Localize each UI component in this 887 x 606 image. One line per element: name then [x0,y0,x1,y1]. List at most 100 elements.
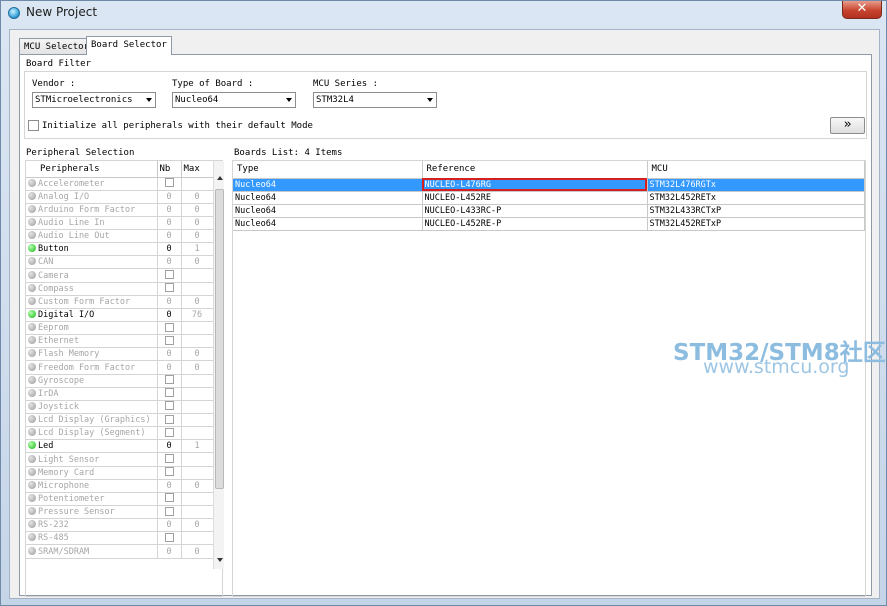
peripheral-nb-cell[interactable]: 0 [157,518,182,533]
peripheral-row[interactable]: Button 0 1 [26,242,213,257]
peripheral-nb-cell[interactable]: 0 [157,360,182,375]
peripheral-checkbox[interactable] [164,506,174,516]
peripheral-name-cell[interactable]: Memory Card [26,466,158,480]
peripheral-row[interactable]: Pressure Sensor [26,505,213,520]
peripheral-checkbox[interactable] [164,178,174,188]
peripheral-row[interactable]: Lcd Display (Graphics) [26,413,213,428]
peripheral-checkbox[interactable] [164,493,174,503]
peripheral-checkbox[interactable] [164,532,174,542]
peripheral-row[interactable]: Ethernet [26,334,213,349]
peripheral-name-cell[interactable]: Freedom Form Factor [26,360,158,375]
vendor-dropdown[interactable]: STMicroelectronics [32,92,156,108]
peripheral-row[interactable]: Custom Form Factor 0 0 [26,295,213,309]
peripheral-name-cell[interactable]: Microphone [26,479,158,493]
peripheral-nb-cell[interactable]: 0 [157,439,182,454]
peripheral-name-cell[interactable]: Lcd Display (Segment) [26,426,158,441]
peripheral-name-cell[interactable]: Custom Form Factor [26,295,158,309]
peripheral-name-cell[interactable]: Audio Line Out [26,229,158,244]
peripheral-name-cell[interactable]: Button [26,242,158,257]
scroll-up-arrow-icon[interactable] [217,176,223,180]
peripheral-row[interactable]: Arduino Form Factor 0 0 [26,203,213,217]
peripheral-nb-cell[interactable] [157,531,182,546]
peripheral-row[interactable]: RS-232 0 0 [26,518,213,533]
peripheral-checkbox[interactable] [164,270,174,280]
peripheral-row[interactable]: Audio Line In 0 0 [26,216,213,231]
peripheral-row[interactable]: Digital I/O 0 76 [26,308,213,323]
peripheral-row[interactable]: SRAM/SDRAM 0 0 [26,544,213,559]
peripheral-name-cell[interactable]: Flash Memory [26,347,158,362]
init-peripherals-checkbox[interactable] [28,120,39,131]
peripheral-row[interactable]: CAN 0 0 [26,255,213,270]
peripheral-name-cell[interactable]: SRAM/SDRAM [26,544,158,559]
peripheral-nb-cell[interactable] [157,282,182,296]
column-header-type[interactable]: Type [233,161,423,179]
peripheral-row[interactable]: Accelerometer [26,177,213,191]
board-mcu-cell[interactable]: STM32L452RETxP [647,217,865,231]
peripheral-checkbox[interactable] [164,322,174,332]
peripheral-row[interactable]: Eeprom [26,321,213,336]
peripheral-nb-cell[interactable]: 0 [157,190,182,204]
peripheral-name-cell[interactable]: Digital I/O [26,308,158,323]
board-reference-cell[interactable]: NUCLEO-L452RE-P [422,217,648,231]
peripheral-name-cell[interactable]: IrDA [26,387,158,401]
board-reference-cell[interactable]: NUCLEO-L433RC-P [422,204,648,218]
peripheral-row[interactable]: RS-485 [26,531,213,546]
peripheral-checkbox[interactable] [164,401,174,411]
board-row[interactable]: Nucleo64 NUCLEO-L452RE-P STM32L452RETxP [233,217,865,231]
peripheral-row[interactable]: Camera [26,268,213,283]
tab-mcu-selector[interactable]: MCU Selector [19,38,95,55]
peripheral-nb-cell[interactable]: 0 [157,255,182,270]
board-row[interactable]: Nucleo64 NUCLEO-L452RE STM32L452RETx [233,191,865,205]
peripheral-row[interactable]: Microphone 0 0 [26,479,213,493]
board-row[interactable]: Nucleo64 NUCLEO-L476RG STM32L476RGTx [233,178,865,192]
board-row[interactable]: Nucleo64 NUCLEO-L433RC-P STM32L433RCTxP [233,204,865,218]
peripheral-nb-cell[interactable] [157,400,182,415]
peripheral-row[interactable]: Compass [26,282,213,296]
peripheral-nb-cell[interactable] [157,387,182,401]
peripheral-name-cell[interactable]: RS-232 [26,518,158,533]
peripheral-nb-cell[interactable]: 0 [157,203,182,217]
peripheral-nb-cell[interactable] [157,426,182,441]
column-header-peripherals[interactable]: Peripherals [26,161,158,178]
title-bar[interactable]: New Project ✕ [1,1,886,27]
peripheral-scrollbar[interactable] [213,161,224,569]
peripheral-row[interactable]: Joystick [26,400,213,415]
peripheral-nb-cell[interactable] [157,466,182,480]
peripheral-nb-cell[interactable]: 0 [157,347,182,362]
peripheral-nb-cell[interactable]: 0 [157,242,182,257]
column-header-nb[interactable]: Nb [157,161,182,178]
peripheral-name-cell[interactable]: RS-485 [26,531,158,546]
peripheral-nb-cell[interactable] [157,334,182,349]
peripheral-nb-cell[interactable] [157,374,182,388]
board-type-cell[interactable]: Nucleo64 [233,217,423,231]
peripheral-nb-cell[interactable]: 0 [157,308,182,323]
peripheral-nb-cell[interactable]: 0 [157,479,182,493]
expand-button[interactable]: » [830,117,865,134]
peripheral-nb-cell[interactable] [157,505,182,520]
peripheral-row[interactable]: Gyroscope [26,374,213,388]
peripheral-checkbox[interactable] [164,414,174,424]
peripheral-name-cell[interactable]: CAN [26,255,158,270]
peripheral-checkbox[interactable] [164,335,174,345]
board-type-cell[interactable]: Nucleo64 [233,204,423,218]
peripheral-row[interactable]: Potentiometer [26,492,213,507]
peripheral-name-cell[interactable]: Led [26,439,158,454]
peripheral-row[interactable]: Light Sensor [26,452,213,467]
board-type-cell[interactable]: Nucleo64 [233,191,423,205]
peripheral-nb-cell[interactable] [157,321,182,336]
peripheral-row[interactable]: Memory Card [26,466,213,480]
peripheral-checkbox[interactable] [164,375,174,385]
peripheral-name-cell[interactable]: Analog I/O [26,190,158,204]
column-header-mcu[interactable]: MCU [647,161,865,179]
peripheral-name-cell[interactable]: Light Sensor [26,452,158,467]
peripheral-name-cell[interactable]: Joystick [26,400,158,415]
peripheral-row[interactable]: Led 0 1 [26,439,213,454]
scrollbar-thumb[interactable] [215,189,224,489]
peripheral-row[interactable]: Audio Line Out 0 0 [26,229,213,244]
column-header-reference[interactable]: Reference [422,161,648,179]
peripheral-checkbox[interactable] [164,427,174,437]
scroll-down-arrow-icon[interactable] [217,558,223,562]
board-reference-cell[interactable]: NUCLEO-L476RG [422,178,648,192]
peripheral-nb-cell[interactable]: 0 [157,229,182,244]
type-of-board-dropdown[interactable]: Nucleo64 [172,92,296,108]
